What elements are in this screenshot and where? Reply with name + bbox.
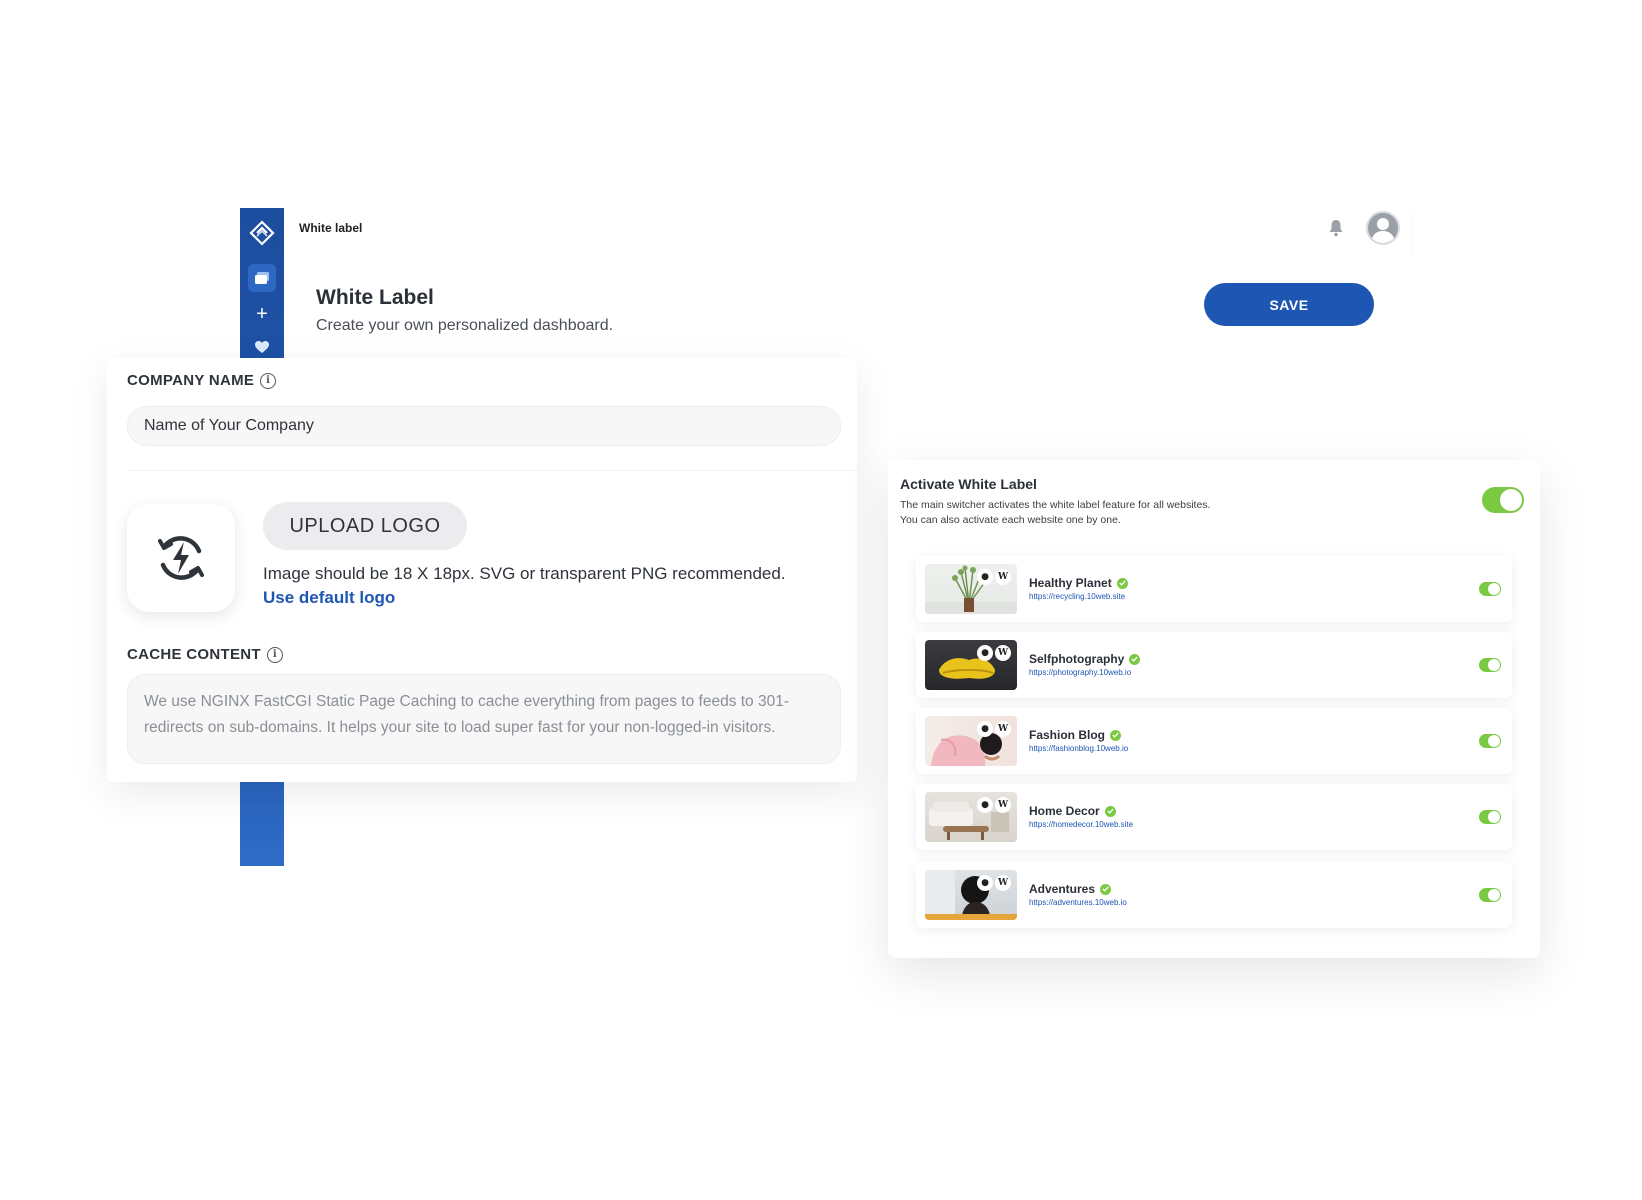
activate-desc-line: You can also activate each website one b… xyxy=(900,514,1121,526)
eye-icon[interactable]: ● xyxy=(977,875,993,891)
bell-icon[interactable] xyxy=(1328,219,1344,237)
main-white-label-toggle[interactable] xyxy=(1482,487,1524,513)
info-icon[interactable]: i xyxy=(260,372,277,389)
top-bar: White label xyxy=(284,208,1410,250)
site-name-text: Home Decor xyxy=(1029,804,1100,818)
divider xyxy=(127,470,857,471)
site-row: ● W Home Decor https://homedecor.10web.s… xyxy=(916,784,1512,850)
company-name-input[interactable]: Name of Your Company xyxy=(127,406,841,446)
cache-content-textarea[interactable]: We use NGINX FastCGI Static Page Caching… xyxy=(127,674,841,764)
eye-icon[interactable]: ● xyxy=(977,645,993,661)
site-name-text: Healthy Planet xyxy=(1029,576,1112,590)
site-toggle[interactable] xyxy=(1479,810,1501,824)
page-header: White Label Create your own personalized… xyxy=(284,250,1410,360)
site-url[interactable]: https://recycling.10web.site xyxy=(1029,592,1125,601)
site-name: Fashion Blog xyxy=(1029,728,1121,742)
eye-icon[interactable]: ● xyxy=(977,797,993,813)
cache-content-label-text: CACHE CONTENT xyxy=(127,646,261,663)
settings-card: COMPANY NAME i Name of Your Company UPLO… xyxy=(107,358,857,782)
activate-title: Activate White Label xyxy=(900,476,1037,492)
logo-preview xyxy=(127,504,235,612)
page-subtitle: Create your own personalized dashboard. xyxy=(316,317,614,334)
eye-icon[interactable]: ● xyxy=(977,721,993,737)
info-icon[interactable]: i xyxy=(266,646,283,663)
lightning-refresh-icon xyxy=(158,536,204,580)
upload-hint: Image should be 18 X 18px. SVG or transp… xyxy=(263,564,786,583)
upload-logo-button[interactable]: UPLOAD LOGO xyxy=(263,502,467,550)
sidebar-item-favorites[interactable] xyxy=(240,333,284,361)
wordpress-icon: W xyxy=(995,569,1011,585)
site-thumbnail: ● W xyxy=(925,792,1017,842)
wordpress-icon: W xyxy=(995,875,1011,891)
site-url[interactable]: https://photography.10web.io xyxy=(1029,668,1131,677)
site-name-text: Selfphotography xyxy=(1029,652,1125,666)
user-avatar-icon[interactable] xyxy=(1366,211,1400,245)
company-name-label-text: COMPANY NAME xyxy=(127,372,255,389)
site-url[interactable]: https://fashionblog.10web.io xyxy=(1029,744,1128,753)
sidebar-item-websites[interactable] xyxy=(240,264,284,292)
site-row: ● W Fashion Blog https://fashionblog.10w… xyxy=(916,708,1512,774)
site-thumbnail: ● W xyxy=(925,716,1017,766)
websites-icon xyxy=(248,264,276,292)
site-row: ● W Adventures https://adventures.10web.… xyxy=(916,862,1512,928)
save-button[interactable]: SAVE xyxy=(1204,283,1374,326)
site-toggle[interactable] xyxy=(1479,582,1501,596)
topbar-title: White label xyxy=(299,221,363,235)
site-name-text: Fashion Blog xyxy=(1029,728,1105,742)
sidebar-item-add[interactable]: + xyxy=(240,300,284,328)
site-name-text: Adventures xyxy=(1029,882,1096,896)
wordpress-icon: W xyxy=(995,645,1011,661)
use-default-logo-link[interactable]: Use default logo xyxy=(263,588,395,608)
site-toggle[interactable] xyxy=(1479,888,1501,902)
wordpress-icon: W xyxy=(995,721,1011,737)
site-row: ● W Selfphotography https://photography.… xyxy=(916,632,1512,698)
page-title: White Label xyxy=(316,286,434,309)
cache-content-label: CACHE CONTENT i xyxy=(127,646,283,663)
site-thumbnail: ● W xyxy=(925,564,1017,614)
site-thumbnail: ● W xyxy=(925,640,1017,690)
site-name: Home Decor xyxy=(1029,804,1116,818)
eye-icon[interactable]: ● xyxy=(977,569,993,585)
activate-desc-line: The main switcher activates the white la… xyxy=(900,499,1211,511)
site-row: ● W Healthy Planet https://recycling.10w… xyxy=(916,556,1512,622)
site-toggle[interactable] xyxy=(1479,734,1501,748)
site-toggle[interactable] xyxy=(1479,658,1501,672)
company-name-label: COMPANY NAME i xyxy=(127,372,277,389)
verified-check-icon xyxy=(1110,729,1121,741)
verified-check-icon xyxy=(1129,653,1141,665)
site-url[interactable]: https://homedecor.10web.site xyxy=(1029,820,1133,829)
verified-check-icon xyxy=(1104,805,1116,817)
verified-check-icon xyxy=(1116,577,1128,589)
site-url[interactable]: https://adventures.10web.io xyxy=(1029,898,1127,907)
activate-white-label-card: Activate White Label The main switcher a… xyxy=(888,460,1540,958)
site-name: Healthy Planet xyxy=(1029,576,1128,590)
site-thumbnail: ● W xyxy=(925,870,1017,920)
verified-check-icon xyxy=(1100,883,1112,895)
plus-icon: + xyxy=(256,302,268,325)
site-name: Selfphotography xyxy=(1029,652,1141,666)
wordpress-icon: W xyxy=(995,797,1011,813)
activate-description: The main switcher activates the white la… xyxy=(900,498,1210,528)
brand-logo-icon[interactable] xyxy=(240,218,284,248)
site-name: Adventures xyxy=(1029,882,1112,896)
heart-icon xyxy=(255,340,269,353)
